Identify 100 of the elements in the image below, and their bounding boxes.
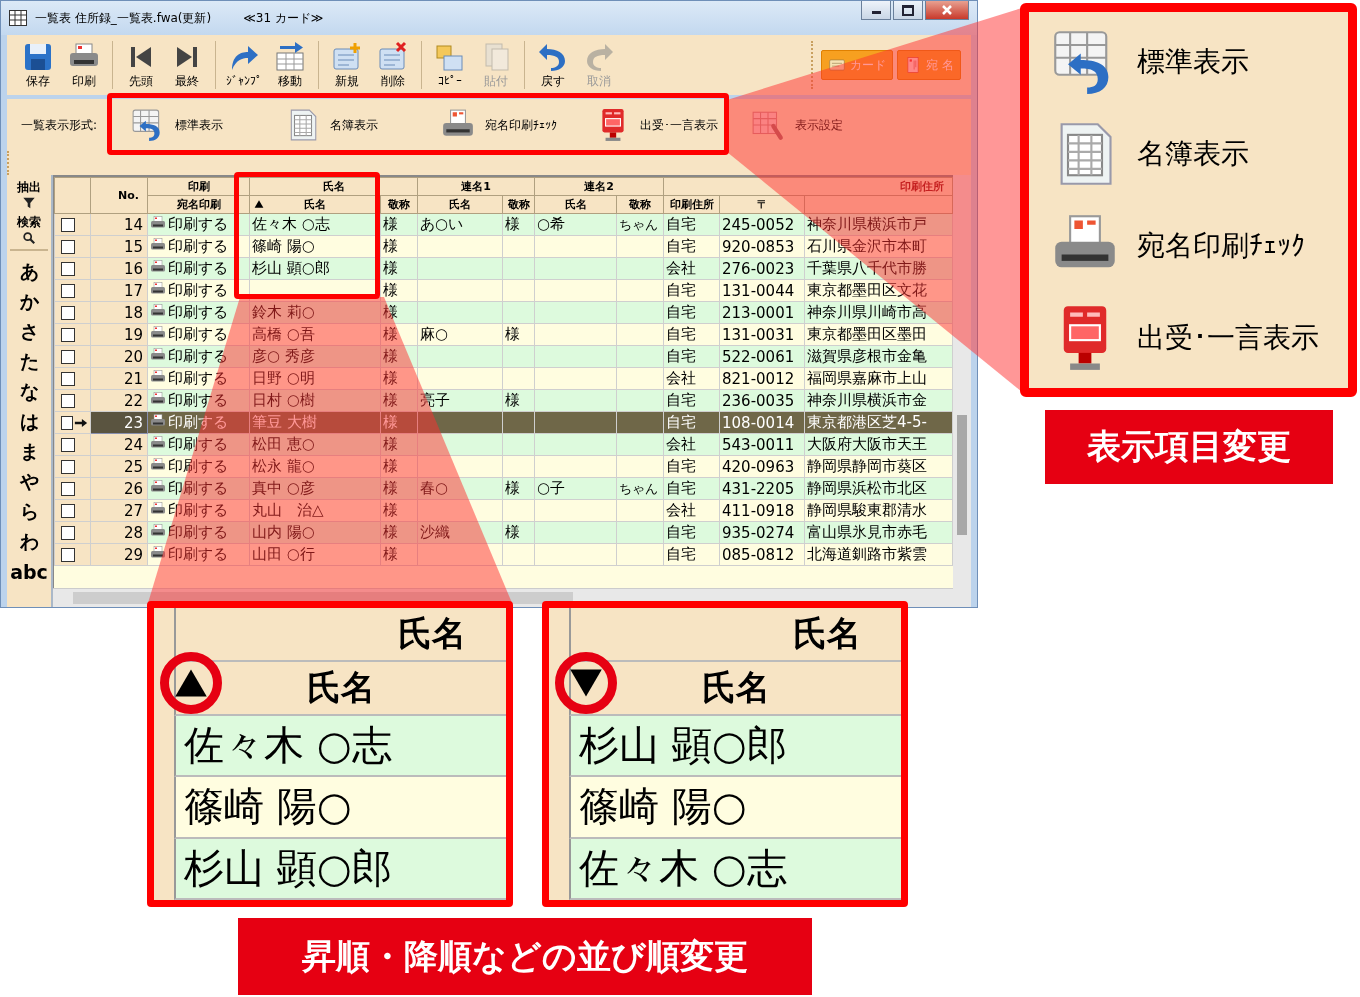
view-format-button[interactable]: 名簿表示 — [276, 108, 431, 142]
table-row[interactable]: 29 印刷する 山田 ○行 様 自宅 085-0812 北海道釧路市紫雲 — [54, 543, 953, 566]
index-letter[interactable]: わ — [19, 527, 39, 557]
table-row[interactable]: 24 印刷する 松田 恵○ 様 会社 543-0011 大阪府大阪市天王 — [54, 433, 953, 456]
joint-name-text: ○子 — [537, 479, 566, 497]
view-format-button[interactable]: 標準表示 — [121, 108, 276, 142]
index-letter[interactable]: abc — [10, 557, 48, 587]
index-letter[interactable]: あ — [19, 257, 39, 287]
row-checkbox[interactable] — [61, 217, 75, 232]
minimize-button[interactable] — [861, 1, 891, 20]
name-text: 篠崎 陽○ — [252, 237, 315, 255]
view-format-button[interactable]: 宛名印刷ﾁｪｯｸ — [431, 108, 586, 142]
honorific-text: 様 — [383, 391, 398, 409]
toolbar-button[interactable]: 印刷 — [63, 40, 105, 90]
printer-icon — [150, 303, 166, 319]
table-row[interactable]: 16 印刷する 杉山 顕○郎 様 会社 276-0023 千葉県八千代市勝 — [54, 257, 953, 280]
row-checkbox[interactable] — [61, 283, 75, 298]
table-row[interactable]: 21 印刷する 日野 ○明 様 会社 821-0012 福岡県嘉麻市上山 — [54, 367, 953, 390]
address-text: 滋賀県彦根市金亀 — [807, 347, 927, 365]
row-checkbox[interactable] — [61, 261, 75, 276]
table-row[interactable]: 22 印刷する 日村 ○樹 様 亮子 様 自宅 236-0035 神奈川県横浜市金 — [54, 389, 953, 412]
postal-code-text: 236-0035 — [722, 391, 795, 410]
toolbar-button[interactable]: ｼﾞｬﾝﾌﾟ — [223, 42, 265, 88]
toolbar-button[interactable]: 戻す — [532, 40, 574, 90]
postal-code-text: 420-0963 — [722, 457, 795, 476]
row-checkbox[interactable] — [61, 371, 75, 386]
vertical-scrollbar[interactable] — [953, 175, 971, 607]
toolbar-button[interactable]: 削除 — [372, 40, 414, 90]
honorific-text: ちゃん — [619, 216, 658, 232]
column-header[interactable]: 連名2 — [534, 177, 664, 196]
search-button[interactable]: 検索 — [17, 214, 41, 245]
row-checkbox[interactable] — [61, 525, 75, 540]
index-letter[interactable]: ま — [19, 437, 39, 467]
window-title: 一覧表 住所録_一覧表.fwa(更新) — [35, 9, 212, 27]
caption-banner: 昇順・降順などの並び順変更 — [238, 918, 812, 995]
honorific-text: 様 — [383, 501, 398, 519]
row-checkbox[interactable] — [61, 547, 75, 562]
table-row[interactable]: 28 印刷する 山内 陽○ 様 沙織 様 自宅 935-0274 富山県氷見市赤毛 — [54, 521, 953, 544]
close-button[interactable] — [925, 1, 969, 20]
address-type-text: 自宅 — [666, 413, 696, 431]
toolbar-button[interactable]: 移動 — [269, 40, 311, 90]
table-row[interactable]: 20 印刷する 彦○ 秀彦 様 自宅 522-0061 滋賀県彦根市金亀 — [54, 345, 953, 368]
row-checkbox[interactable] — [61, 437, 75, 452]
row-checkbox[interactable] — [61, 503, 75, 518]
row-checkbox[interactable] — [61, 415, 73, 430]
column-header[interactable]: 氏名 — [249, 177, 418, 196]
maximize-button[interactable] — [893, 1, 923, 20]
index-letter[interactable]: や — [19, 467, 39, 497]
row-checkbox[interactable] — [61, 393, 75, 408]
table-row[interactable]: 19 印刷する 高橋 ○吾 様 麻○ 様 自宅 131-0031 東京都墨田区墨田 — [54, 323, 953, 346]
column-header[interactable]: 印刷 — [147, 177, 250, 196]
card-delete-icon — [377, 40, 409, 73]
toolbar-button[interactable]: 最終 — [166, 40, 208, 90]
name-text: 松永 龍○ — [252, 457, 315, 475]
table-row[interactable]: 14 印刷する 佐々木 ○志 様 あ○い 様 ○希 ちゃん 自宅 245-0052 神奈川県横浜市戸 — [54, 213, 953, 236]
table-row[interactable]: 17 印刷する 様 自宅 131-0044 東京都墨田区文花 — [54, 279, 953, 302]
joint-name-text: 沙織 — [420, 523, 450, 541]
name-text: 高橋 ○吾 — [252, 325, 315, 343]
minimize-icon — [871, 11, 881, 14]
index-letter[interactable]: な — [19, 377, 39, 407]
view-format-button[interactable]: 出受･一言表示 — [586, 108, 741, 142]
postal-code-text: 411-0918 — [722, 501, 795, 520]
toolbar-button[interactable]: 先頭 — [120, 40, 162, 90]
extract-button[interactable]: 抽出 — [17, 179, 41, 210]
table-row[interactable]: 25 印刷する 松永 龍○ 様 自宅 420-0963 静岡県静岡市葵区 — [54, 455, 953, 478]
honorific-text: 様 — [505, 391, 520, 409]
grid-arrow-icon — [274, 40, 306, 73]
index-letter[interactable]: か — [19, 287, 39, 317]
print-status: 印刷する — [168, 435, 228, 453]
row-number: 18 — [123, 303, 143, 322]
table-row[interactable]: 26 印刷する 真中 ○彦 様 春○ 様 ○子 ちゃん 自宅 431-2205 静岡県浜松市北区 — [54, 477, 953, 500]
index-letter[interactable]: ら — [19, 497, 39, 527]
column-header[interactable]: 連名1 — [417, 177, 535, 196]
toolbar-button[interactable]: 保存 — [17, 40, 59, 90]
row-checkbox[interactable] — [61, 481, 75, 496]
display-format-label: 名簿表示 — [1137, 136, 1249, 172]
toolbar-button[interactable]: ｺﾋﾟｰ — [429, 42, 471, 88]
row-checkbox[interactable] — [61, 327, 75, 342]
honorific-text: 様 — [505, 523, 520, 541]
joint-name-text: 春○ — [420, 479, 449, 497]
card-icon — [828, 56, 847, 74]
table-row[interactable]: 23 印刷する 筆豆 大樹 様 自宅 108-0014 東京都港区芝4-5- — [54, 411, 953, 434]
address-text: 大阪府大阪市天王 — [807, 435, 927, 453]
row-number: 24 — [123, 435, 143, 454]
row-checkbox[interactable] — [61, 349, 75, 364]
address-text: 福岡県嘉麻市上山 — [807, 369, 927, 387]
address-text: 東京都墨田区文花 — [807, 281, 927, 299]
index-letter[interactable]: た — [19, 347, 39, 377]
index-letter[interactable]: さ — [19, 317, 39, 347]
row-checkbox[interactable] — [61, 305, 75, 320]
address-type-text: 会社 — [666, 501, 696, 519]
row-checkbox[interactable] — [61, 239, 75, 254]
print-status: 印刷する — [168, 413, 228, 431]
column-header[interactable]: No. — [90, 177, 148, 214]
address-type-text: 自宅 — [666, 391, 696, 409]
printer-icon — [150, 281, 166, 297]
joint-name-text: 亮子 — [420, 391, 450, 409]
index-letter[interactable]: は — [19, 407, 39, 437]
toolbar-button[interactable]: 新規 — [326, 40, 368, 90]
row-checkbox[interactable] — [61, 459, 75, 474]
